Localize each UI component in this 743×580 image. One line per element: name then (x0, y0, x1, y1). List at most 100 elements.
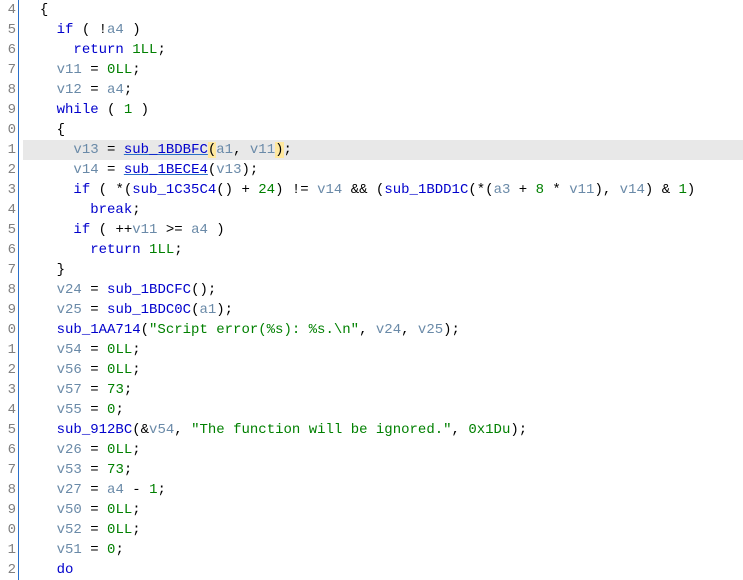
code-line[interactable]: v51 = 0; (23, 540, 743, 560)
code-editor[interactable]: 45678901234567890123456789012 { if ( !a4… (0, 0, 743, 580)
code-token: v11 (132, 222, 157, 238)
code-line[interactable]: return 1LL; (23, 240, 743, 260)
code-line[interactable]: v13 = sub_1BDBFC(a1, v11); (23, 140, 743, 160)
code-line[interactable]: v11 = 0LL; (23, 60, 743, 80)
code-token: = (82, 502, 107, 518)
code-line[interactable]: v14 = sub_1BECE4(v13); (23, 160, 743, 180)
line-number: 4 (0, 200, 16, 220)
code-token: - (124, 482, 149, 498)
line-number: 9 (0, 500, 16, 520)
code-token: a1 (216, 142, 233, 158)
code-line[interactable]: v26 = 0LL; (23, 440, 743, 460)
code-token: = (99, 142, 124, 158)
code-line[interactable]: v27 = a4 - 1; (23, 480, 743, 500)
code-line[interactable]: v50 = 0LL; (23, 500, 743, 520)
code-line[interactable]: { (23, 120, 743, 140)
code-line[interactable]: do (23, 560, 743, 580)
code-line[interactable]: break; (23, 200, 743, 220)
code-token: = (82, 522, 107, 538)
code-token: ; (132, 202, 140, 218)
line-number: 0 (0, 520, 16, 540)
line-number: 6 (0, 40, 16, 60)
code-line[interactable]: v57 = 73; (23, 380, 743, 400)
code-token: 73 (107, 462, 124, 478)
code-line[interactable]: if ( ++v11 >= a4 ) (23, 220, 743, 240)
code-token: sub_1BDBFC (124, 142, 208, 158)
line-number: 4 (0, 0, 16, 20)
code-line[interactable]: v25 = sub_1BDC0C(a1); (23, 300, 743, 320)
code-token: a3 (494, 182, 511, 198)
line-number: 7 (0, 260, 16, 280)
code-line[interactable]: v24 = sub_1BDCFC(); (23, 280, 743, 300)
line-number: 9 (0, 300, 16, 320)
code-token: do (57, 562, 74, 578)
code-area[interactable]: { if ( !a4 ) return 1LL; v11 = 0LL; v12 … (19, 0, 743, 580)
code-token: v26 (57, 442, 82, 458)
code-line[interactable]: if ( *(sub_1C35C4() + 24) != v14 && (sub… (23, 180, 743, 200)
code-line[interactable]: v52 = 0LL; (23, 520, 743, 540)
code-token: sub_1BDC0C (107, 302, 191, 318)
line-number: 8 (0, 480, 16, 500)
code-token: 1 (124, 102, 132, 118)
code-token: v52 (57, 522, 82, 538)
code-line[interactable]: while ( 1 ) (23, 100, 743, 120)
code-token: ; (174, 242, 182, 258)
code-token: while (57, 102, 99, 118)
code-token: a4 (107, 82, 124, 98)
code-line[interactable]: sub_912BC(&v54, "The function will be ig… (23, 420, 743, 440)
code-token: ; (132, 442, 140, 458)
code-token: (); (191, 282, 216, 298)
code-line[interactable]: v54 = 0LL; (23, 340, 743, 360)
code-line[interactable]: } (23, 260, 743, 280)
code-token: if (57, 22, 74, 38)
line-number: 2 (0, 160, 16, 180)
line-number: 5 (0, 20, 16, 40)
code-line[interactable]: v55 = 0; (23, 400, 743, 420)
code-token: ); (510, 422, 527, 438)
code-token: ; (115, 542, 123, 558)
code-token: return (73, 42, 123, 58)
code-token: 1 (679, 182, 687, 198)
code-line[interactable]: { (23, 0, 743, 20)
code-token: ; (124, 462, 132, 478)
code-token: sub_912BC (57, 422, 133, 438)
line-number: 7 (0, 460, 16, 480)
line-number: 2 (0, 560, 16, 580)
code-token: v54 (57, 342, 82, 358)
code-token: a4 (107, 22, 124, 38)
code-token: 0LL (107, 62, 132, 78)
code-token: , (233, 142, 250, 158)
code-token: ; (132, 522, 140, 538)
code-token: 0LL (107, 362, 132, 378)
code-token: ), (594, 182, 619, 198)
code-token: 0LL (107, 342, 132, 358)
code-line[interactable]: return 1LL; (23, 40, 743, 60)
code-token: 0LL (107, 522, 132, 538)
code-token: v55 (57, 402, 82, 418)
code-token: a1 (199, 302, 216, 318)
code-token: ; (132, 342, 140, 358)
code-token: sub_1BDCFC (107, 282, 191, 298)
code-token: sub_1AA714 (57, 322, 141, 338)
code-token: v12 (57, 82, 82, 98)
code-token (141, 242, 149, 258)
code-token: ) (124, 22, 141, 38)
code-token: { (57, 122, 65, 138)
code-token: = (82, 402, 107, 418)
code-line[interactable]: sub_1AA714("Script error(%s): %s.\n", v2… (23, 320, 743, 340)
code-line[interactable]: if ( !a4 ) (23, 20, 743, 40)
code-token: ) & (645, 182, 679, 198)
code-line[interactable]: v56 = 0LL; (23, 360, 743, 380)
code-token: (& (132, 422, 149, 438)
code-token: ; (132, 502, 140, 518)
code-line[interactable]: v53 = 73; (23, 460, 743, 480)
line-number: 3 (0, 380, 16, 400)
code-token: return (90, 242, 140, 258)
code-token: ) (132, 102, 149, 118)
line-number: 8 (0, 280, 16, 300)
code-token: v11 (569, 182, 594, 198)
code-token: 24 (258, 182, 275, 198)
code-token: v51 (57, 542, 82, 558)
code-token: 1LL (149, 242, 174, 258)
code-line[interactable]: v12 = a4; (23, 80, 743, 100)
